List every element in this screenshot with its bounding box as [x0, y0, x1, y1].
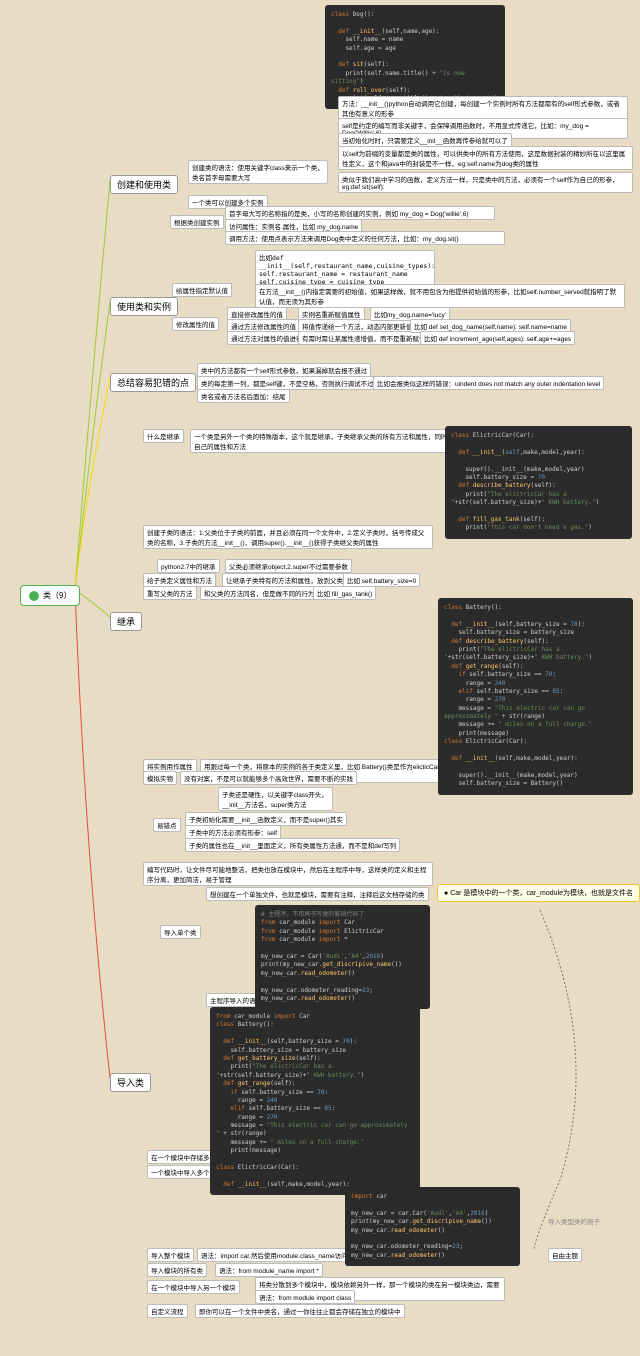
code-battery: class Battery(): def __init__(self,batte…: [438, 598, 633, 795]
branch-mistakes[interactable]: 总结容易犯错的点: [110, 373, 196, 392]
n-b3-3[interactable]: 类名或者方法名后面加：结尾: [197, 389, 290, 403]
n-b4-11[interactable]: 让继承子类特有的方法和属性，放到父类后: [222, 573, 354, 587]
n-b5-19[interactable]: 自由主题: [548, 1248, 582, 1262]
n-b1-3[interactable]: 根据类创建实例: [170, 215, 224, 229]
n-b1-4[interactable]: 首字母大写的名称指的是类，小写的名称创建的实例，例如 my_dog = Dog(…: [225, 206, 495, 220]
n-b1-6[interactable]: 调用方法：使用点表示方法来调用Dog类中定义的任何方法，比如：my_dog.si…: [225, 231, 505, 245]
n-b5-17[interactable]: 即你可以在一个文件中类名，通过一你往往止都会存储在独立的模块中: [195, 1304, 405, 1318]
n-b5-13[interactable]: 在一个模块中导入另一个模块: [147, 1280, 240, 1294]
n-b2-10[interactable]: 有需时需让某属性递增值，而不是重新赋值: [298, 331, 430, 345]
n-b5-3[interactable]: 想创建在一个单独文件，也就是模块，需要有注释，注释后这文档存储的类: [206, 887, 429, 901]
n-b4-20[interactable]: 比如 fill_gas_tank(): [313, 586, 376, 600]
check-icon: [29, 591, 39, 601]
n-b5-2[interactable]: 导入单个类: [160, 925, 201, 939]
n-b1-1[interactable]: 创建类的语法：使用关键字class来示一个类，类名首字母需要大写: [188, 160, 328, 184]
root-node[interactable]: 类（9）: [20, 585, 80, 606]
n-b4-17[interactable]: 子类中的方法必须有形参：self: [185, 825, 281, 839]
code-import1: # 主程序，不用再书写类的繁琐代码了 from car_module impor…: [255, 905, 430, 1009]
root-label: 类（9）: [43, 590, 71, 601]
n-b4-15[interactable]: 子类还是硬性，以关键字class开头，__init__方法名，super类方法: [218, 787, 333, 811]
n-b4-9[interactable]: 模拟实物: [143, 771, 177, 785]
branch-use-instance[interactable]: 使用类和实例: [110, 297, 178, 316]
n-b4-16[interactable]: 子类初始化需要__init__函数定义，而不是super()其实: [185, 812, 347, 826]
n-b1-11[interactable]: 类似于我们高中学习的函数，定义方法一样，只是类中的方法，必须有一个self作为自…: [338, 172, 633, 193]
code-electriccar: class ElictricCar(Car): def __init__(sel…: [445, 426, 632, 539]
n-b4-3[interactable]: 创建子类的语法：1.父类位于子类的前面，并且必须在同一个文件中，2.定义子类时，…: [143, 525, 433, 549]
code-dog-class: class Dog(): def __init__(self,name,age)…: [325, 5, 505, 109]
n-b4-1[interactable]: 什么是继承: [143, 429, 184, 443]
n-b4-18[interactable]: 子类的属性也在__init__里面定义，所有类属性方法通，而不是和def写列: [185, 838, 400, 852]
n-b4-14[interactable]: 没有对案，不是可以就能够多个高效世界，需要不断的实践: [180, 771, 357, 785]
code-import3: import car my_new_car = car.Car('Audi','…: [345, 1187, 520, 1266]
n-b3-4[interactable]: 比如会报类似这样的错误：uindent does not match any o…: [373, 376, 604, 390]
branch-create-use[interactable]: 创建和使用类: [110, 175, 178, 194]
n-b4-2[interactable]: 一个类是另外一个类的特殊版本，这个就是继承，子类继承父类的所有方法和属性，同时还…: [190, 429, 465, 453]
n-b1-9[interactable]: 当初始化时时，只需要定义__init__函数再传参给就可以了: [338, 133, 512, 147]
callout-import: 导入类型类的例子: [545, 1215, 603, 1227]
n-b4-12[interactable]: 和父类的方法同名，但是做不同的行为: [200, 586, 319, 600]
callout-car-module: ● Car 是模块中的一个类，car_module为模块，也就是文件名: [437, 884, 640, 902]
n-b5-15[interactable]: 语法：from module import class: [255, 1290, 355, 1304]
n-b4-8[interactable]: 易错点: [153, 818, 181, 832]
n-b2-4[interactable]: 在方法__init__()内指定需要的初始值，如果这样做，就不用包含为他提供初始…: [255, 284, 625, 308]
n-b4-6[interactable]: 重写父类的方法: [143, 586, 197, 600]
n-b5-12[interactable]: 语法：from module_name import *: [215, 1263, 323, 1277]
n-b3-1[interactable]: 类中的方法都有一个self形式参数，如果漏掉就会报不通过: [197, 363, 371, 377]
n-b4-19[interactable]: 比如 self.battery_size=0: [343, 573, 420, 587]
branch-import[interactable]: 导入类: [110, 1073, 151, 1092]
branch-inherit[interactable]: 继承: [110, 612, 142, 631]
n-b1-10[interactable]: 以self为前缀的变量都是类的属性，可以供类中的所有方法使用，这是数据封装的精妙…: [338, 146, 633, 170]
n-b2-13[interactable]: 比如 def increment_age(self,ages): self.ag…: [420, 331, 575, 345]
n-b5-16[interactable]: 自定义流程: [147, 1304, 188, 1318]
n-b2-2[interactable]: 修改属性的值: [172, 317, 219, 331]
n-b4-5[interactable]: 给子类定义属性和方法: [143, 573, 216, 587]
n-b1-7[interactable]: 方法：__init__()python自动调用它创建，每创建一个实例时所有方法都…: [338, 96, 628, 120]
n-b3-2[interactable]: 类的每定第一列，都是self键，不是空格，否则执行调试不过: [197, 376, 378, 390]
n-b4-4[interactable]: python2.7中的继承: [157, 559, 220, 573]
n-b5-1[interactable]: 编写代码时，让文件尽可能地整洁，把类也放在模块中，然后在主程序中导，这样类的定义…: [143, 862, 433, 886]
n-b5-9[interactable]: 导入整个模块: [147, 1248, 194, 1262]
n-b4-10[interactable]: 父类必须继承object,2.super不过需要参数: [225, 559, 352, 573]
n-b2-1[interactable]: 给属性指定默认值: [172, 283, 232, 297]
code-import2: from car_module import Car class Battery…: [210, 1007, 420, 1195]
n-b5-11[interactable]: 导入模块的所有类: [147, 1263, 207, 1277]
